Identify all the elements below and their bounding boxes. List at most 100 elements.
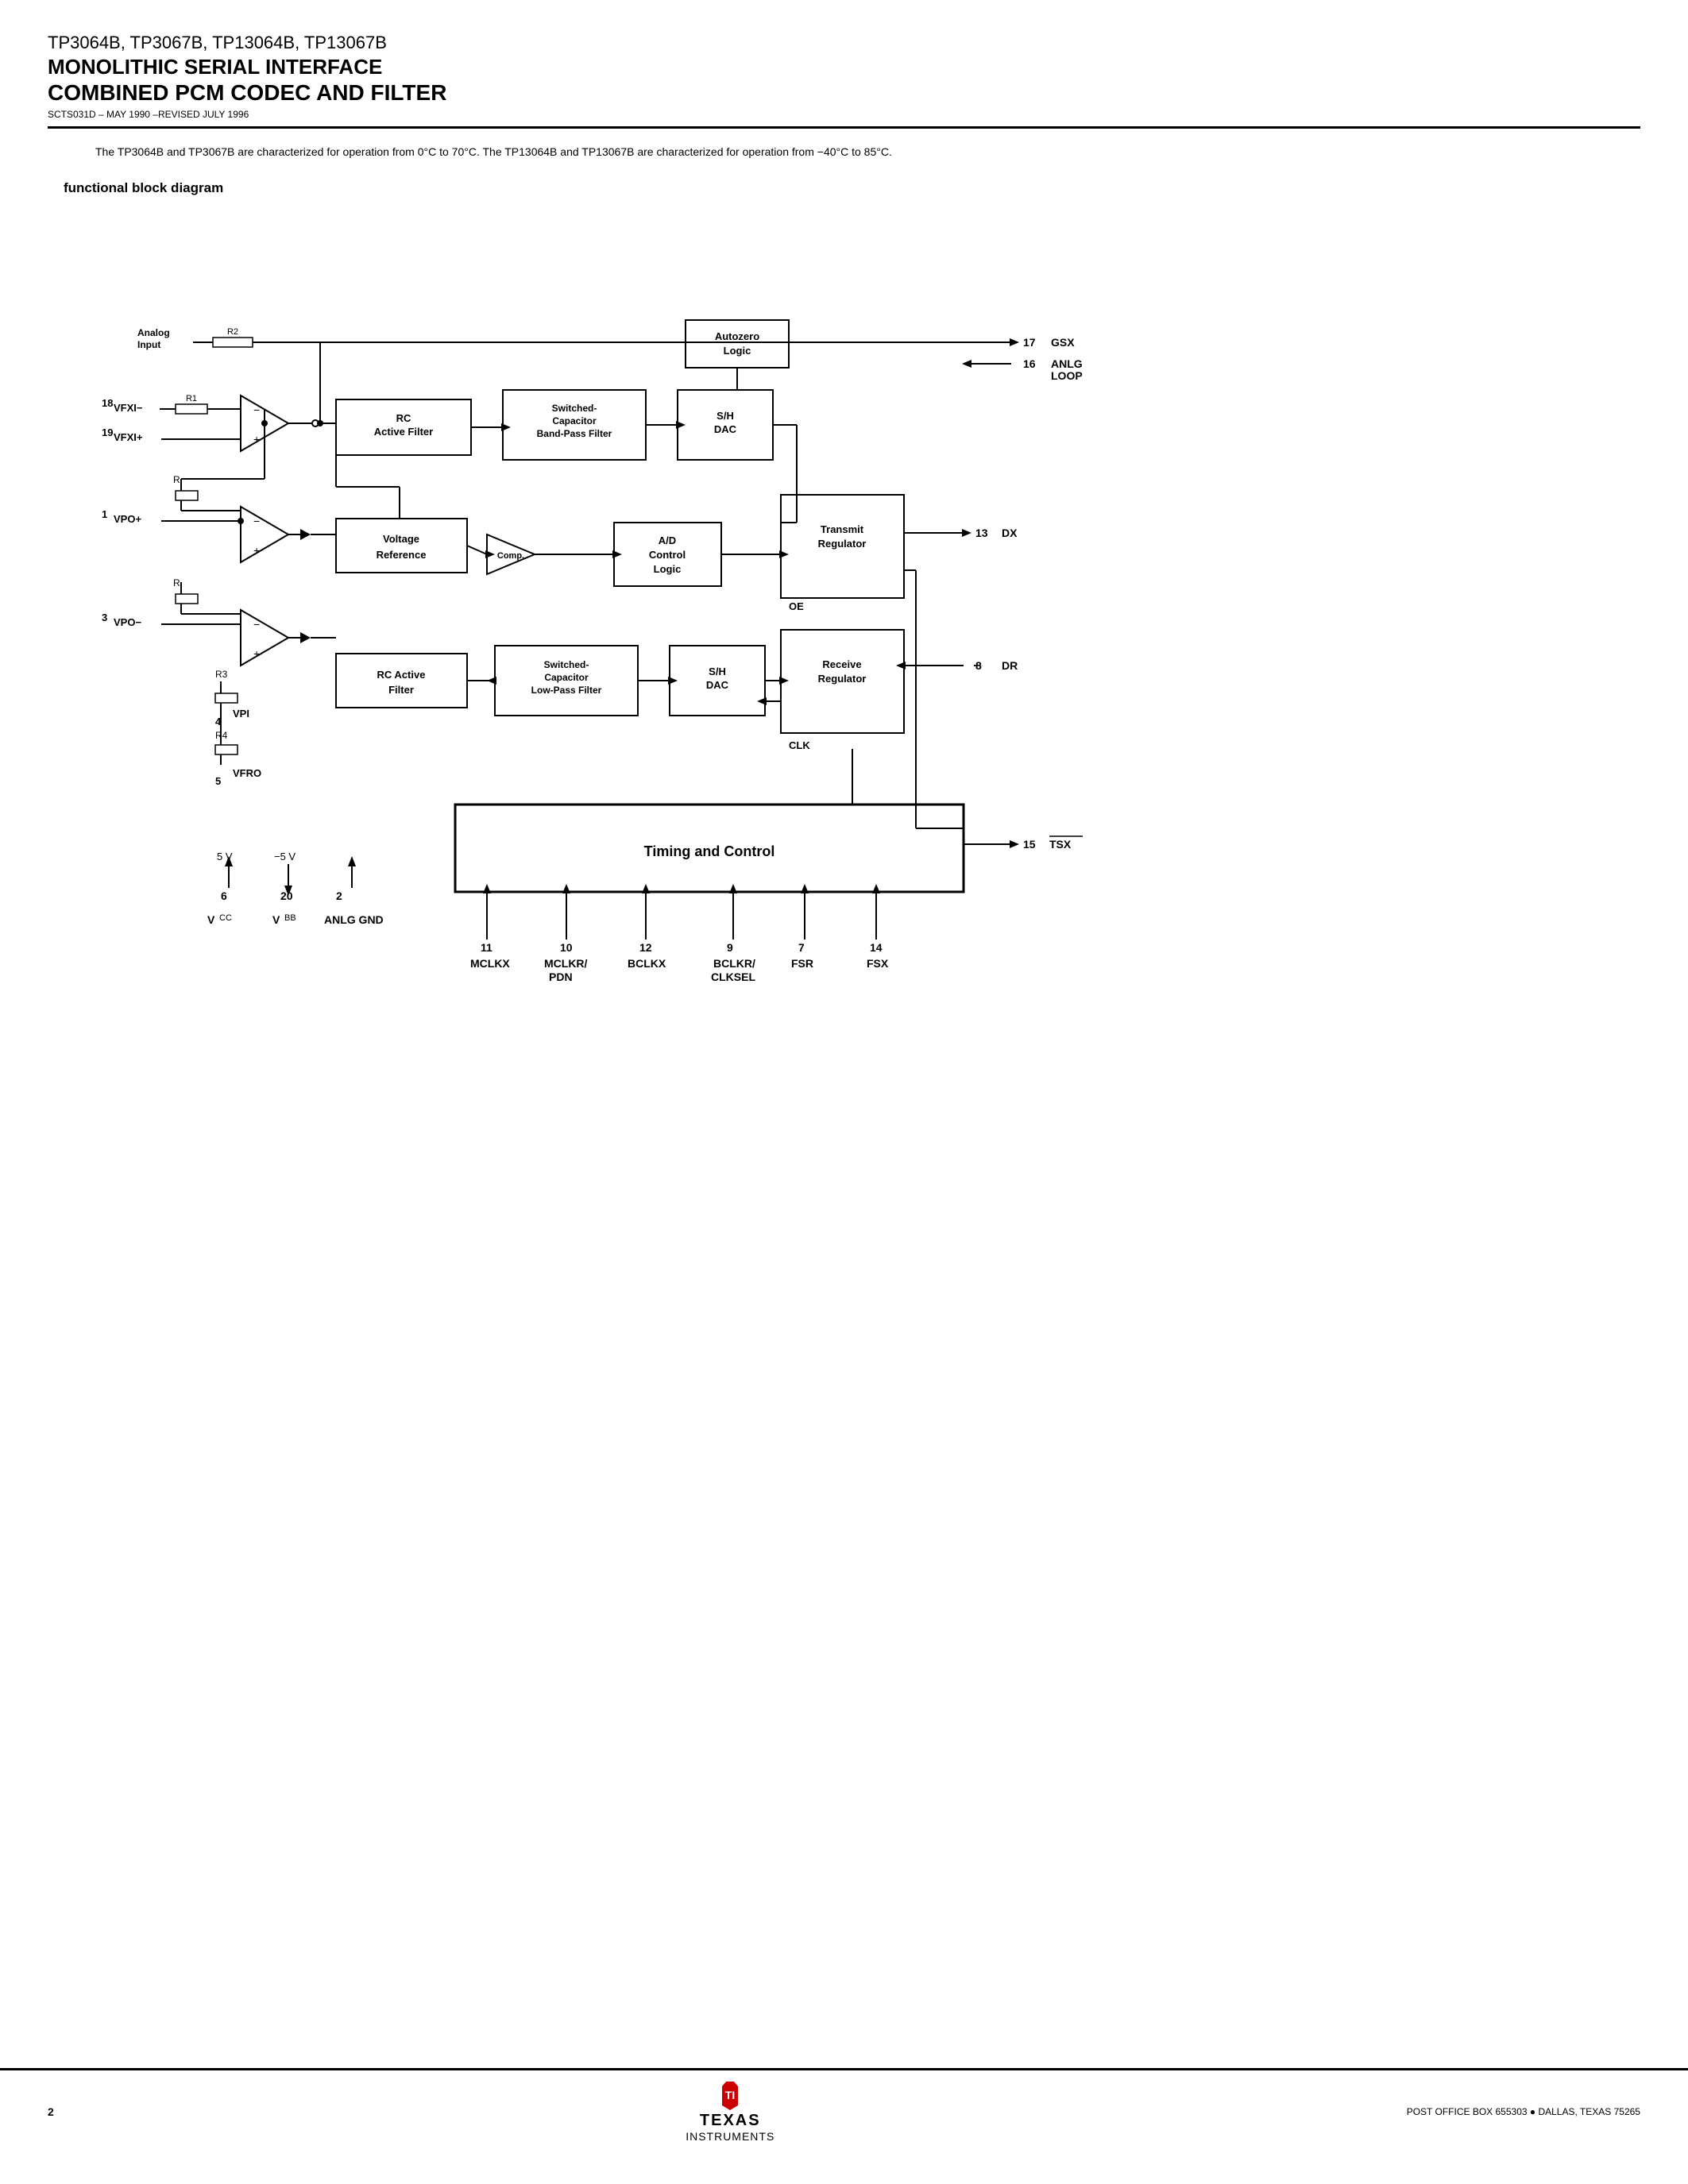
svg-text:+: +: [253, 544, 260, 557]
svg-text:Regulator: Regulator: [817, 538, 866, 550]
svg-text:R: R: [173, 577, 180, 588]
svg-text:VPO+: VPO+: [114, 513, 141, 525]
svg-text:Switched-: Switched-: [543, 659, 589, 670]
svg-text:LOOP: LOOP: [1051, 369, 1083, 382]
footer-address: POST OFFICE BOX 655303 ● DALLAS, TEXAS 7…: [1407, 2106, 1640, 2117]
svg-text:Receive: Receive: [822, 658, 861, 670]
svg-text:−: −: [253, 403, 260, 416]
diagram-svg: RC Active Filter Switched- Capacitor Ban…: [90, 209, 1599, 1480]
svg-text:−: −: [253, 515, 260, 527]
part-numbers: TP3064B, TP3067B, TP13064B, TP13067B: [48, 32, 1640, 55]
svg-text:Voltage: Voltage: [383, 533, 419, 545]
svg-text:R: R: [173, 474, 180, 485]
svg-text:Logic: Logic: [653, 563, 681, 575]
svg-text:RC: RC: [396, 412, 411, 424]
page-footer: 2 TI TEXAS INSTRUMENTS POST OFFICE BOX 6…: [0, 2068, 1688, 2152]
svg-text:9: 9: [727, 941, 733, 954]
svg-text:Band-Pass Filter: Band-Pass Filter: [536, 428, 612, 439]
svg-text:VFXI−: VFXI−: [114, 402, 143, 414]
svg-text:ANLG: ANLG: [1051, 357, 1083, 370]
svg-text:14: 14: [870, 941, 883, 954]
svg-text:13: 13: [975, 527, 988, 539]
svg-text:1: 1: [102, 508, 107, 520]
svg-text:Active Filter: Active Filter: [373, 426, 432, 438]
svg-text:MCLKR/: MCLKR/: [544, 957, 588, 970]
svg-text:10: 10: [560, 941, 573, 954]
svg-text:CLK: CLK: [789, 739, 810, 751]
svg-text:ANLG GND: ANLG GND: [324, 913, 384, 926]
title1: MONOLITHIC SERIAL INTERFACE: [48, 55, 1640, 79]
svg-text:VPI: VPI: [233, 708, 249, 720]
svg-text:S/H: S/H: [717, 410, 734, 422]
svg-text:MCLKX: MCLKX: [470, 957, 510, 970]
page-number: 2: [48, 2105, 54, 2118]
svg-text:Low-Pass Filter: Low-Pass Filter: [531, 685, 601, 696]
svg-text:−5 V: −5 V: [274, 851, 295, 862]
svg-text:CLKSEL: CLKSEL: [711, 970, 755, 983]
svg-text:Switched-: Switched-: [551, 403, 597, 414]
svg-text:DX: DX: [1002, 527, 1018, 539]
svg-text:5: 5: [215, 775, 221, 787]
svg-text:BCLKR/: BCLKR/: [713, 957, 755, 970]
svg-text:TSX: TSX: [1049, 838, 1072, 851]
svg-text:18: 18: [102, 397, 113, 409]
svg-text:Logic: Logic: [723, 345, 751, 357]
svg-text:Comp.: Comp.: [496, 551, 523, 561]
svg-text:6: 6: [221, 889, 227, 902]
svg-text:VFRO: VFRO: [233, 767, 261, 779]
svg-text:VPO−: VPO−: [114, 616, 141, 628]
description-text: The TP3064B and TP3067B are characterize…: [95, 143, 1593, 160]
section-title: functional block diagram: [64, 180, 1640, 196]
ti-logo-icon: TI: [706, 2080, 754, 2112]
svg-text:DR: DR: [1002, 659, 1018, 672]
svg-text:Capacitor: Capacitor: [544, 672, 589, 683]
svg-text:15: 15: [1023, 838, 1036, 851]
svg-text:A/D: A/D: [658, 534, 675, 546]
title2: COMBINED PCM CODEC AND FILTER: [48, 79, 1640, 106]
svg-text:PDN: PDN: [549, 970, 573, 983]
svg-text:Reference: Reference: [376, 549, 426, 561]
svg-text:Capacitor: Capacitor: [552, 415, 597, 426]
svg-text:R2: R2: [226, 327, 238, 337]
svg-text:BCLKX: BCLKX: [628, 957, 666, 970]
svg-text:Timing and Control: Timing and Control: [643, 843, 774, 859]
svg-text:Regulator: Regulator: [817, 673, 866, 685]
svg-text:7: 7: [798, 941, 805, 954]
svg-text:BB: BB: [284, 913, 296, 923]
svg-text:Transmit: Transmit: [820, 523, 863, 535]
svg-text:DAC: DAC: [713, 423, 736, 435]
page-header: TP3064B, TP3067B, TP13064B, TP13067B MON…: [48, 32, 1640, 129]
svg-text:S/H: S/H: [709, 666, 726, 677]
svg-text:2: 2: [336, 889, 342, 902]
svg-text:Filter: Filter: [388, 684, 414, 696]
ti-company-name: TEXAS: [700, 2112, 761, 2130]
svg-text:Autozero: Autozero: [714, 330, 759, 342]
svg-text:−: −: [253, 618, 260, 631]
svg-text:16: 16: [1023, 357, 1036, 370]
svg-text:+: +: [253, 433, 260, 446]
ti-logo: TI TEXAS INSTRUMENTS: [686, 2080, 774, 2143]
svg-text:V: V: [272, 913, 280, 926]
svg-text:+: +: [253, 647, 260, 660]
svg-text:19: 19: [102, 426, 113, 438]
svg-text:GSX: GSX: [1051, 336, 1075, 349]
svg-text:FSX: FSX: [867, 957, 889, 970]
svg-text:12: 12: [639, 941, 652, 954]
svg-text:20: 20: [280, 889, 293, 902]
svg-text:Control: Control: [648, 549, 685, 561]
ti-company-sub: INSTRUMENTS: [686, 2130, 774, 2143]
svg-text:CC: CC: [219, 913, 232, 923]
svg-text:VFXI+: VFXI+: [114, 431, 143, 443]
svg-text:Input: Input: [137, 339, 160, 350]
functional-block-diagram: RC Active Filter Switched- Capacitor Ban…: [90, 209, 1599, 1480]
doc-id: SCTS031D – MAY 1990 –REVISED JULY 1996: [48, 109, 1640, 120]
svg-text:Analog: Analog: [137, 327, 170, 338]
svg-text:DAC: DAC: [705, 679, 728, 691]
svg-text:TI: TI: [725, 2089, 735, 2101]
svg-text:R1: R1: [185, 394, 196, 403]
svg-text:3: 3: [102, 612, 107, 623]
svg-text:11: 11: [481, 941, 492, 954]
svg-text:R3: R3: [215, 669, 228, 680]
svg-text:OE: OE: [789, 600, 804, 612]
svg-text:RC Active: RC Active: [377, 669, 425, 681]
